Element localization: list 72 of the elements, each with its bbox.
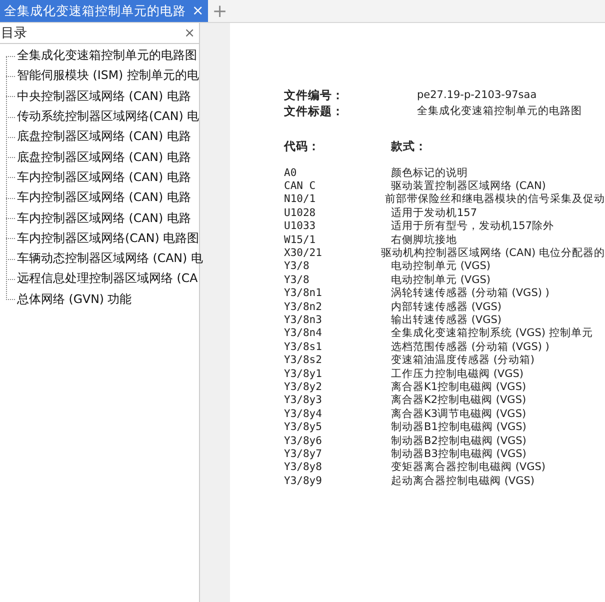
code-text: Y3/8y3 xyxy=(284,394,323,406)
field-label: 文件编号： xyxy=(284,88,345,102)
description-text: 变矩器离合器控制电磁阀 (VGS) xyxy=(391,460,546,474)
code-text: Y3/8 xyxy=(284,274,310,286)
description-text: 输出转速传感器 (VGS) xyxy=(391,313,502,327)
code-text: Y3/8s2 xyxy=(284,354,323,366)
description-text: 适用于所有型号，发动机157除外 xyxy=(391,219,554,234)
description-text: 驱动装置控制器区域网络 (CAN) xyxy=(391,179,546,193)
description-text: 电动控制单元 (VGS) xyxy=(391,259,491,274)
code-text: U1028 xyxy=(284,206,317,219)
code-text: Y3/8n3 xyxy=(284,314,323,326)
close-icon[interactable]: × xyxy=(184,26,195,40)
code-text: Y3/8y1 xyxy=(284,368,323,380)
field-label: 文件标题： xyxy=(284,104,345,118)
outline-item[interactable]: 中央控制器区域网络 (CAN) 电路 xyxy=(17,88,191,105)
outline-item[interactable]: 智能伺服模块 (ISM) 控制单元的电 xyxy=(17,68,199,84)
description-text: 电动控制单元 (VGS) xyxy=(391,272,491,287)
description-text: 工作压力控制电磁阀 (VGS) xyxy=(391,366,524,381)
code-text: Y3/8y8 xyxy=(284,461,323,474)
code-text: Y3/8n4 xyxy=(284,327,323,340)
description-text: 变速箱油温度传感器 (分动箱) xyxy=(391,353,535,368)
description-text: 离合器K1控制电磁阀 (VGS) xyxy=(391,380,526,394)
code-text: Y3/8s1 xyxy=(284,340,323,353)
description-text: 涡轮转速传感器 (分动箱 (VGS) ) xyxy=(391,286,550,300)
description-text: 选档范围传感器 (分动箱 (VGS) ) xyxy=(391,340,550,354)
description-text: 制动器B1控制电磁阀 (VGS) xyxy=(391,420,526,434)
outline-item[interactable]: 全集成化变速箱控制单元的电路图 xyxy=(17,48,197,64)
description-text: 离合器K2控制电磁阀 (VGS) xyxy=(391,393,526,408)
description-text: 颜色标记的说明 xyxy=(391,166,468,180)
outline-item[interactable]: 远程信息处理控制器区域网络 (CA xyxy=(17,271,198,288)
field-value: 全集成化变速箱控制单元的电路图 xyxy=(417,104,582,118)
description-text: 内部转速传感器 (VGS) xyxy=(391,300,502,314)
code-text: Y3/8y6 xyxy=(284,434,323,446)
code-text: Y3/8y4 xyxy=(284,408,323,420)
description-text: 起动离合器控制电磁阀 (VGS) xyxy=(391,474,535,488)
tab-title: 全集成化变速箱控制单元的电路 xyxy=(4,2,186,20)
close-icon[interactable]: × xyxy=(192,3,204,19)
description-text: 右侧脚坑接地 xyxy=(391,232,457,247)
code-text: Y3/8n1 xyxy=(284,287,323,300)
column-header: 款式： xyxy=(391,139,427,154)
description-text: 适用于发动机157 xyxy=(391,206,478,220)
outline-item[interactable]: 车辆动态控制器区域网络 (CAN) 电 xyxy=(17,251,203,268)
outline-item[interactable]: 传动系统控制器区域网络(CAN) 电 xyxy=(17,109,200,126)
code-text: Y3/8y7 xyxy=(284,448,323,460)
description-text: 全集成化变速箱控制系统 (VGS) 控制单元 xyxy=(391,326,593,340)
code-text: W15/1 xyxy=(284,234,317,246)
outline-item[interactable]: 车内控制器区域网络 (CAN) 电路 xyxy=(17,170,191,186)
outline-item[interactable]: 总体网络 (GVN) 功能 xyxy=(17,292,132,308)
column-header: 代码： xyxy=(284,139,321,154)
code-text: Y3/8y5 xyxy=(284,421,323,434)
sidebar-title: 目录 xyxy=(1,25,27,42)
description-text: 前部带保险丝和继电器模块的信号采集及促动 xyxy=(385,192,605,206)
code-text: Y3/8 xyxy=(284,260,310,272)
document-tab[interactable]: 全集成化变速箱控制单元的电路 × xyxy=(0,0,208,22)
outline-item[interactable]: 车内控制器区域网络 (CAN) 电路 xyxy=(17,190,191,206)
field-value: pe27.19-p-2103-97saa xyxy=(417,89,537,101)
code-text: N10/1 xyxy=(284,193,317,206)
description-text: 驱动机构控制器区域网络 (CAN) 电位分配器的 xyxy=(380,246,605,260)
code-text: Y3/8n2 xyxy=(284,300,323,313)
outline-item[interactable]: 底盘控制器区域网络 (CAN) 电路 xyxy=(17,129,191,146)
description-text: 离合器K3调节电磁阀 (VGS) xyxy=(391,406,526,421)
outline-item[interactable]: 底盘控制器区域网络 (CAN) 电路 xyxy=(17,150,191,166)
outline-item[interactable]: 车内控制器区域网络(CAN) 电路图 xyxy=(17,230,200,247)
outline-item[interactable]: 车内控制器区域网络 (CAN) 电路 xyxy=(17,210,191,227)
description-text: 制动器B2控制电磁阀 (VGS) xyxy=(391,434,526,448)
code-text: A0 xyxy=(284,166,298,179)
description-text: 制动器B3控制电磁阀 (VGS) xyxy=(391,446,526,461)
code-text: Y3/8y9 xyxy=(284,474,323,487)
code-text: X30/21 xyxy=(284,247,323,260)
code-text: Y3/8y2 xyxy=(284,380,323,393)
code-text: U1033 xyxy=(284,220,317,232)
code-text: CAN C xyxy=(284,180,317,192)
